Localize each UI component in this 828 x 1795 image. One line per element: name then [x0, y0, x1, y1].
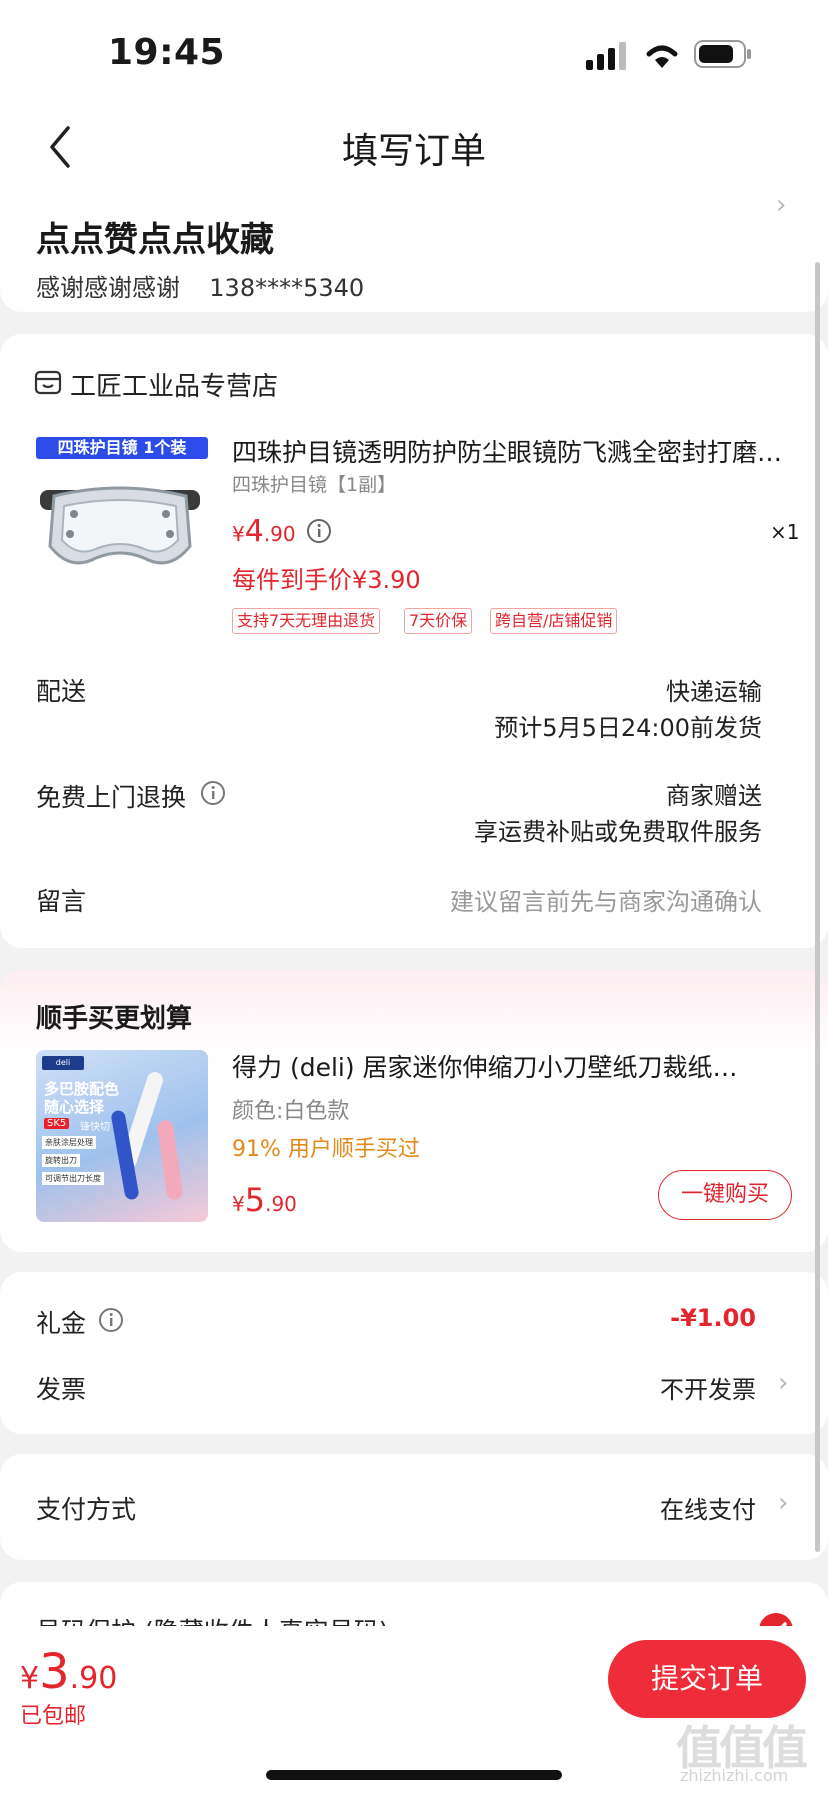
recipient-phone: 138****5340 — [209, 274, 365, 302]
product-card — [0, 334, 828, 948]
message-label: 留言 — [36, 887, 87, 916]
payment-chevron-icon[interactable]: › — [778, 1488, 788, 1518]
invoice-chevron-icon[interactable]: › — [778, 1368, 788, 1398]
upsell-heading: 顺手买更划算 — [36, 1004, 193, 1034]
invoice-label: 发票 — [36, 1375, 87, 1404]
image-feature-3: 可调节出刀长度 — [42, 1172, 104, 1185]
address-contact: 感谢感谢感谢 138****5340 — [36, 268, 364, 303]
service-tag: 7天价保 — [404, 608, 473, 634]
knife-pink-shape — [156, 1119, 184, 1201]
delivery-label: 配送 — [36, 677, 87, 706]
gift-info-icon[interactable] — [98, 1307, 124, 1333]
address-name: 点点赞点点收藏 — [36, 220, 274, 260]
free-return-sub: 享运费补贴或免费取件服务 — [474, 818, 762, 846]
battery-icon — [694, 40, 751, 68]
image-caption: 多巴胺配色 随心选择 — [44, 1080, 120, 1116]
knife-product-image[interactable]: deli 多巴胺配色 随心选择 SK5 锋快切 亲肤涂层处理 旋转出刀 可调节出刀… — [36, 1050, 208, 1222]
gift-label: 礼金 — [36, 1309, 87, 1338]
shipping-status: 已包邮 — [20, 1704, 87, 1729]
invoice-value[interactable]: 不开发票 — [660, 1370, 756, 1405]
gift-value[interactable]: -¥1.00 — [670, 1304, 756, 1332]
image-sk5-tag: SK5 — [44, 1118, 70, 1129]
page-title: 填写订单 — [341, 131, 486, 172]
brand-logo: deli — [42, 1056, 84, 1070]
product-price: ¥4.90 — [232, 514, 296, 549]
free-return-info-icon[interactable] — [200, 780, 226, 806]
delivery-eta: 预计5月5日24:00前发货 — [494, 714, 762, 742]
payment-value[interactable]: 在线支付 — [660, 1490, 756, 1525]
upsell-popularity: 91% 用户顺手买过 — [232, 1137, 420, 1162]
service-tag: 支持7天无理由退货 — [232, 608, 381, 634]
discount-card — [0, 1272, 828, 1434]
image-feature-1: 亲肤涂层处理 — [42, 1136, 96, 1149]
product-badge: 四珠护目镜 1个装 — [36, 437, 208, 459]
recipient-name: 感谢感谢感谢 — [36, 274, 180, 302]
one-click-buy-button[interactable]: 一键购买 — [658, 1170, 792, 1220]
store-icon — [34, 370, 62, 395]
store-name[interactable]: 工匠工业品专营店 — [70, 366, 278, 403]
upsell-product-spec: 颜色:白色款 — [232, 1099, 350, 1124]
final-price: 每件到手价¥3.90 — [232, 566, 421, 594]
submit-order-button[interactable]: 提交订单 — [608, 1640, 806, 1718]
delivery-method[interactable]: 快递运输 — [666, 672, 762, 707]
goggles-product-image[interactable] — [40, 474, 200, 584]
image-feature-2: 旋转出刀 — [42, 1154, 80, 1167]
product-title[interactable]: 四珠护目镜透明防护防尘眼镜防飞溅全密封打磨… — [232, 433, 792, 469]
address-chevron-icon: › — [776, 190, 787, 220]
message-input[interactable]: 建议留言前先与商家沟通确认 — [450, 882, 762, 917]
home-indicator[interactable] — [266, 1770, 562, 1780]
status-time: 19:45 — [108, 32, 226, 73]
product-quantity: ×1 — [770, 520, 800, 544]
image-sharp-text: 锋快切 — [80, 1122, 110, 1133]
upsell-price: ¥5.90 — [232, 1181, 297, 1219]
service-tag: 跨自营/店铺促销 — [490, 608, 618, 634]
payment-label: 支付方式 — [36, 1495, 137, 1524]
price-info-icon[interactable] — [306, 518, 332, 544]
total-price: ¥3.90 — [20, 1644, 118, 1700]
upsell-product-title[interactable]: 得力 (deli) 居家迷你伸缩刀小刀壁纸刀裁纸… — [232, 1048, 792, 1084]
watermark-site: zhizhizhi.com — [680, 1766, 789, 1785]
signal-icon — [586, 42, 626, 70]
wifi-icon — [646, 45, 678, 68]
scrollbar[interactable] — [815, 262, 820, 1552]
free-return-value: 商家赠送 — [666, 782, 762, 810]
product-spec: 四珠护目镜【1副】 — [232, 474, 397, 496]
free-return-label: 免费上门退换 — [36, 783, 187, 812]
